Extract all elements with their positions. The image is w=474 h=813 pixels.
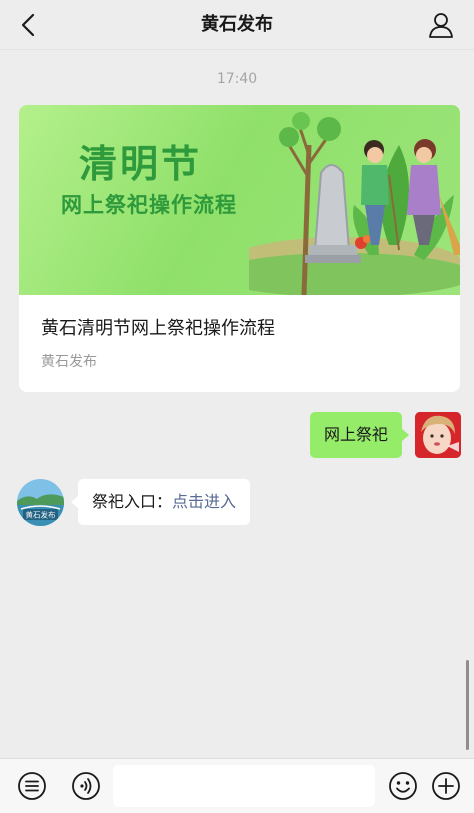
menu-list-icon[interactable] — [16, 770, 48, 802]
message-timestamp: 17:40 — [216, 71, 258, 87]
enter-link[interactable]: 点击进入 — [172, 492, 236, 511]
article-title: 黄石清明节网上祭祀操作流程 — [41, 318, 275, 339]
scrollbar[interactable] — [466, 660, 469, 750]
official-avatar-image: 黄石发布 — [17, 479, 64, 526]
banner-subtitle: 网上祭祀操作流程 — [61, 193, 237, 217]
article-source: 黄石发布 — [41, 354, 97, 370]
banner-title: 清明节 — [79, 142, 203, 186]
article-card[interactable]: 清明节 网上祭祀操作流程 黄石清明节网上祭祀操作流程 黄石发布 — [19, 105, 460, 392]
message-input[interactable] — [113, 765, 375, 807]
user-message-bubble[interactable]: 网上祭祀 — [309, 412, 410, 458]
emoji-icon[interactable] — [387, 770, 419, 802]
person-icon[interactable] — [426, 10, 456, 40]
official-account-avatar[interactable]: 黄石发布 — [17, 479, 64, 526]
official-avatar-label: 黄石发布 — [26, 510, 56, 520]
input-bar — [0, 758, 474, 813]
reply-bubble: 祭祀入口：点击进入 — [70, 479, 251, 525]
voice-icon[interactable] — [70, 770, 102, 802]
chat-title: 黄石发布 — [201, 14, 273, 35]
user-avatar-image — [415, 412, 461, 458]
top-bar: 黄石发布 — [0, 0, 474, 50]
plus-icon[interactable] — [430, 770, 462, 802]
tomb-sweeping-illustration — [249, 112, 460, 295]
user-avatar[interactable] — [415, 412, 461, 458]
article-banner: 清明节 网上祭祀操作流程 — [19, 105, 460, 295]
reply-text: 祭祀入口： — [92, 492, 173, 511]
